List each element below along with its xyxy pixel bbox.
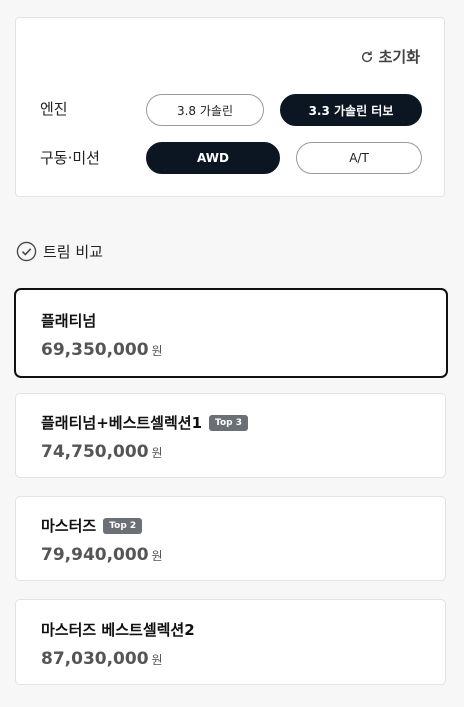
drivetrain-label: 구동·미션: [40, 149, 100, 167]
drivetrain-option-awd[interactable]: AWD: [146, 142, 280, 174]
rank-badge: Top 2: [103, 517, 143, 534]
trim-price: 79,940,000 원: [41, 545, 163, 565]
trim-card-platinum-best-selection1[interactable]: 플래티넘+베스트셀렉션1 Top 3 74,750,000 원: [15, 393, 446, 478]
rank-badge: Top 3: [209, 414, 248, 431]
trim-price: 74,750,000 원: [41, 442, 163, 462]
engine-label: 엔진: [40, 100, 68, 118]
trim-compare-toggle[interactable]: 트림 비교: [16, 241, 103, 262]
trim-card-masters-best-selection2[interactable]: 마스터즈 베스트셀렉션2 87,030,000 원: [15, 599, 446, 685]
trim-compare-label: 트림 비교: [43, 243, 103, 261]
trim-price: 87,030,000 원: [41, 649, 163, 669]
reset-button[interactable]: 초기화: [360, 46, 420, 67]
trim-name: 플래티넘: [41, 312, 97, 330]
refresh-icon: [361, 50, 372, 62]
reset-label: 초기화: [378, 48, 420, 66]
engine-option-3.8-gasoline[interactable]: 3.8 가솔린: [146, 94, 264, 126]
trim-card-masters[interactable]: 마스터즈 Top 2 79,940,000 원: [15, 496, 446, 581]
drivetrain-option-at[interactable]: A/T: [296, 142, 422, 174]
engine-option-3.3-turbo[interactable]: 3.3 가솔린 터보: [280, 94, 422, 126]
trim-name: 플래티넘+베스트셀렉션1 Top 3: [41, 412, 248, 433]
trim-price: 69,350,000 원: [41, 340, 163, 360]
trim-name: 마스터즈 Top 2: [41, 515, 143, 536]
check-circle-icon: [16, 241, 37, 262]
filter-panel: 초기화 엔진 3.8 가솔린 3.3 가솔린 터보 구동·미션 AWD A/T: [15, 17, 445, 197]
trim-name: 마스터즈 베스트셀렉션2: [41, 621, 195, 639]
trim-card-platinum[interactable]: 플래티넘 69,350,000 원: [14, 288, 448, 378]
